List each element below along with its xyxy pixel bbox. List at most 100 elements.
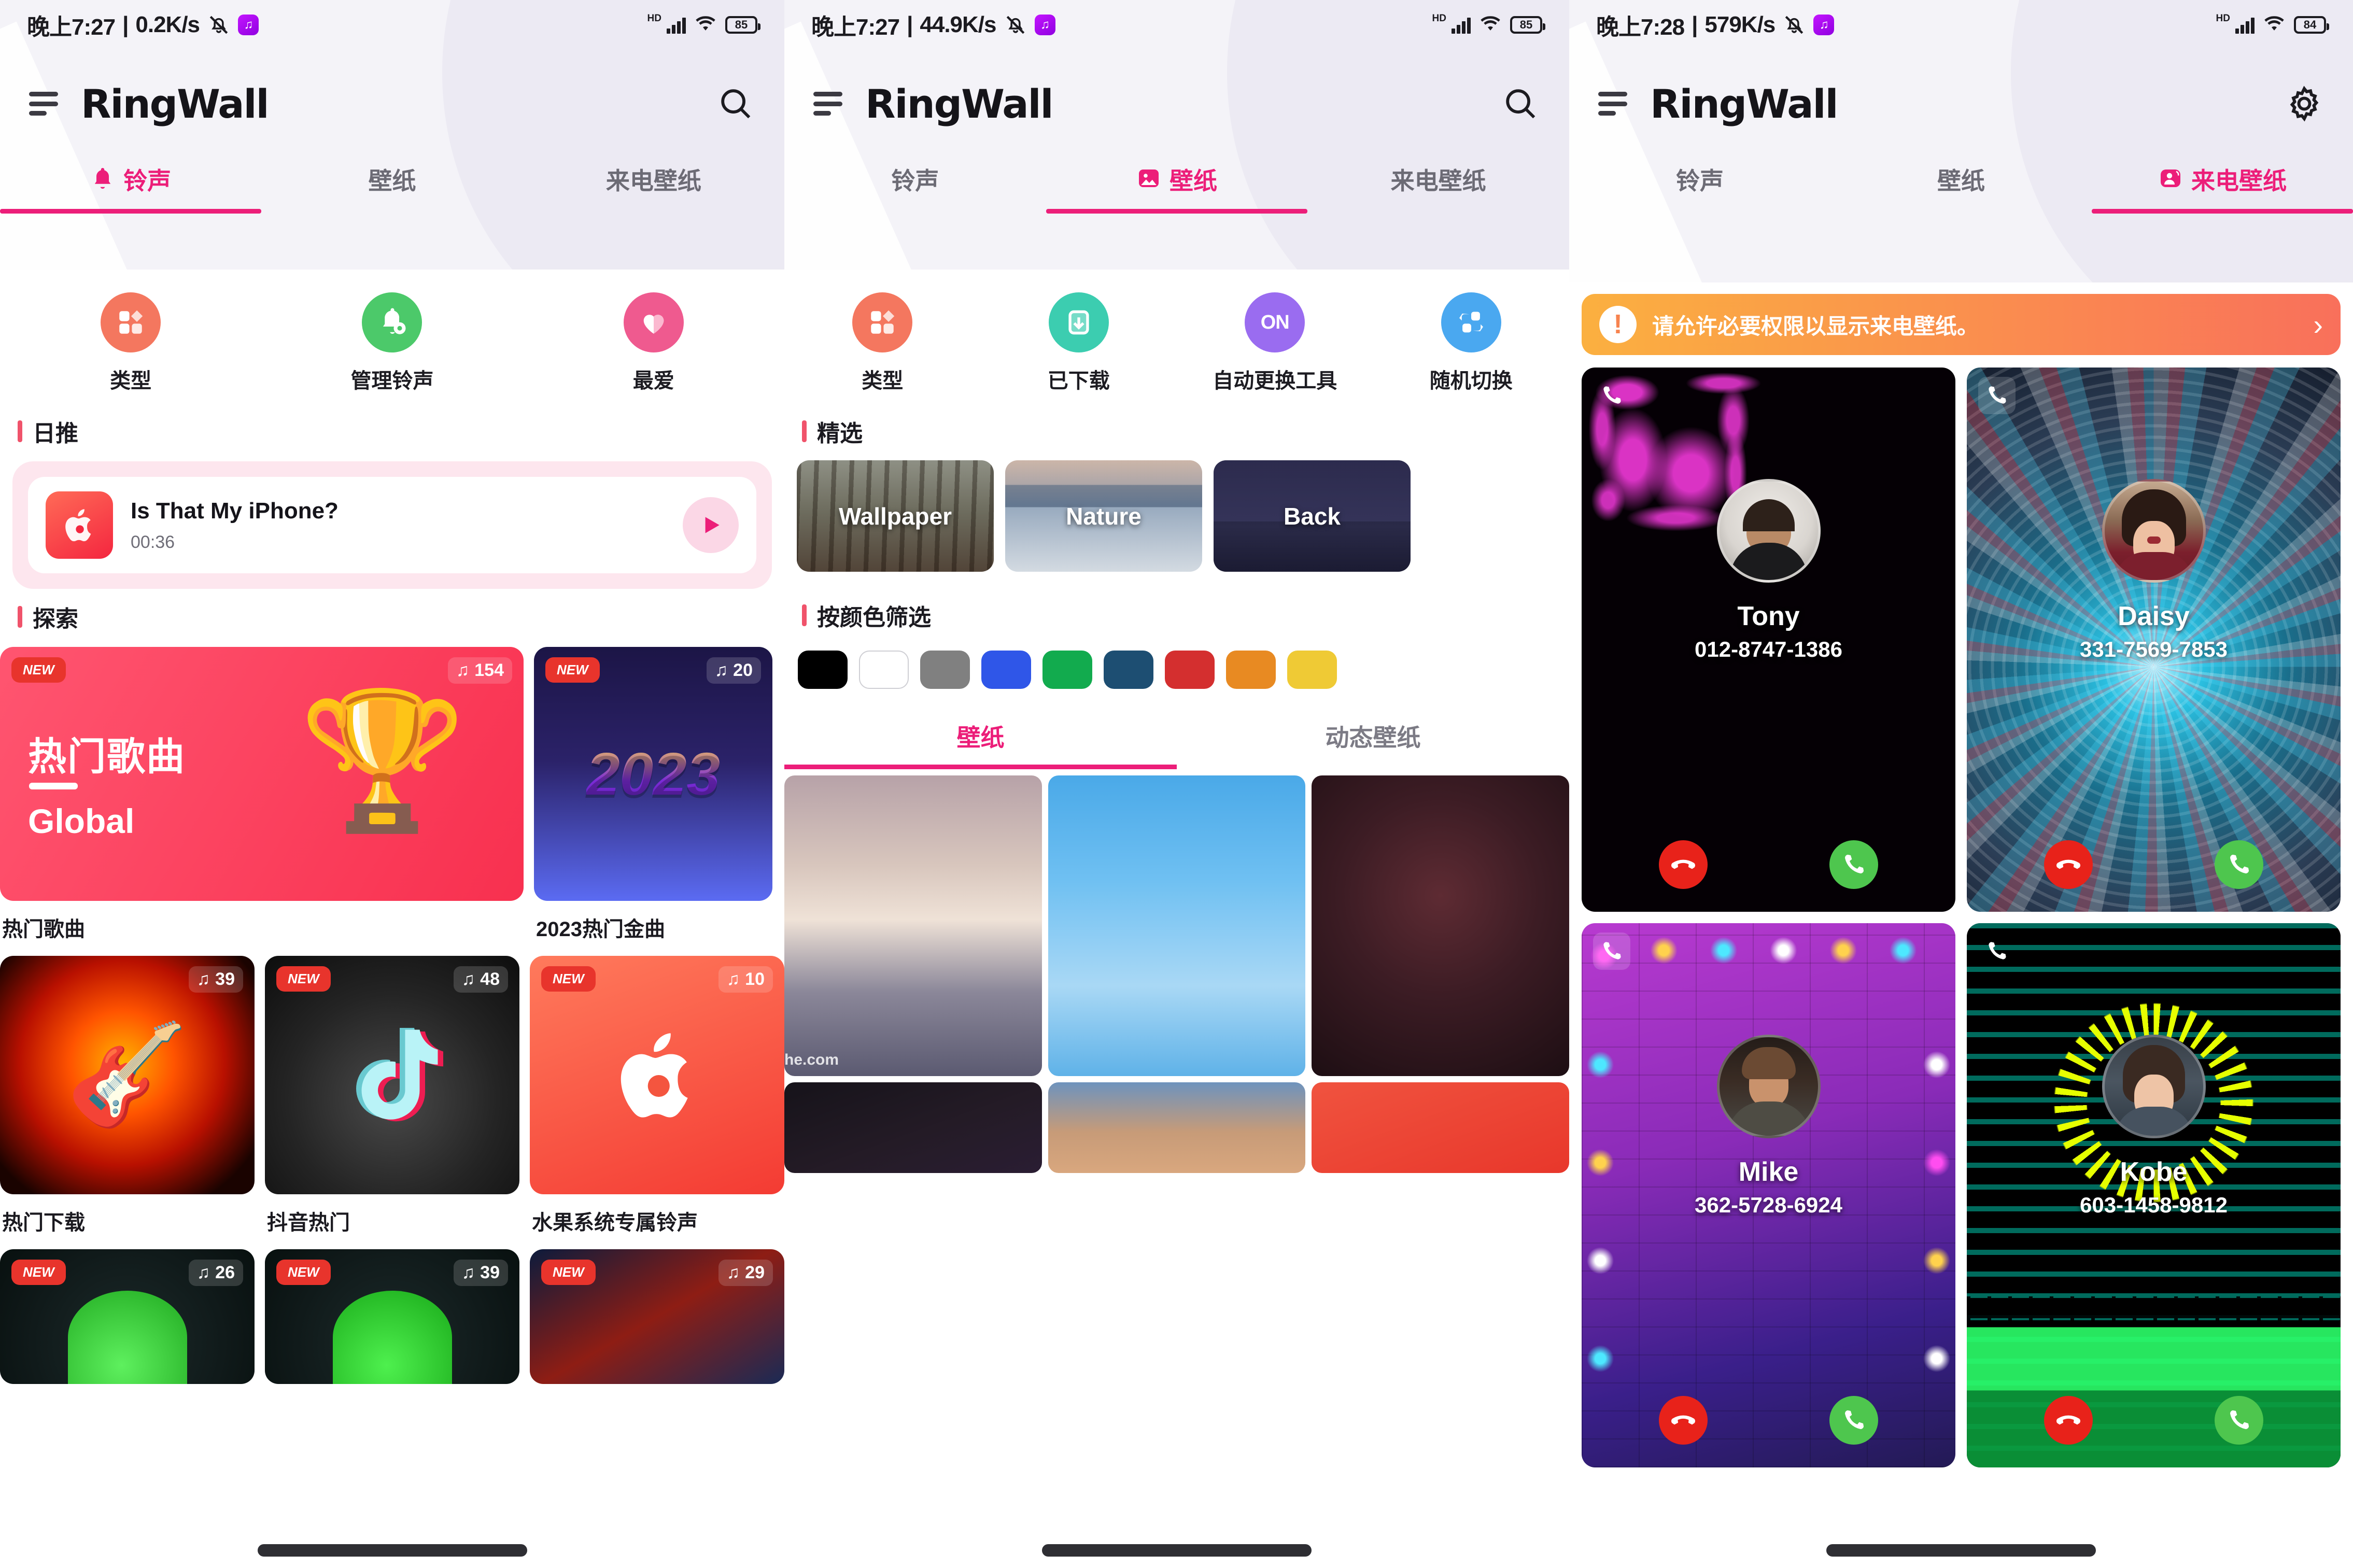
tab-ringtones[interactable]: 铃声	[0, 162, 262, 214]
color-swatch-black[interactable]	[798, 651, 848, 689]
color-swatch-white[interactable]	[859, 651, 909, 689]
phone-icon	[1978, 933, 2016, 970]
main-tabs: 铃声 壁纸 来电壁纸	[1569, 158, 2353, 214]
signal-icon	[1452, 16, 1471, 34]
caller-card-mike[interactable]: Mike 362-5728-6924	[1582, 923, 1955, 1467]
tab-ringtones[interactable]: 铃声	[1569, 162, 1830, 214]
caller-card-daisy[interactable]: Daisy 331-7569-7853	[1967, 368, 2341, 912]
tab-label: 来电壁纸	[605, 167, 701, 194]
explore-cell: NEW ♫ 39	[265, 1249, 519, 1384]
card-green-phone-2[interactable]: NEW ♫ 39	[265, 1249, 519, 1384]
wifi-icon	[2263, 15, 2286, 35]
page-title: RingWall	[865, 80, 1054, 127]
tab-wallpaper[interactable]: 壁纸	[1830, 162, 2092, 214]
battery-indicator: 85	[725, 16, 760, 34]
accept-call-icon[interactable]	[1829, 840, 1878, 889]
subtab-static-wallpaper[interactable]: 壁纸	[784, 719, 1177, 769]
search-icon[interactable]	[1501, 84, 1540, 123]
tab-wallpaper[interactable]: 壁纸	[261, 162, 523, 214]
tab-caller-wallpaper[interactable]: 来电壁纸	[2092, 162, 2353, 214]
tab-caller-wallpaper[interactable]: 来电壁纸	[1307, 162, 1569, 214]
section-title-explore: 探索	[0, 589, 784, 633]
card-green-phone-1[interactable]: NEW ♫ 26	[0, 1249, 255, 1384]
card-concert[interactable]: NEW ♫ 29	[530, 1249, 784, 1384]
color-swatch-yellow[interactable]	[1287, 651, 1337, 689]
card-apple-ringtones[interactable]: NEW ♫ 10	[530, 956, 784, 1194]
caller-name: Kobe	[2120, 1157, 2188, 1187]
card-tiktok-hot[interactable]: NEW ♫ 48	[265, 956, 519, 1194]
decline-call-icon[interactable]	[2044, 1396, 2093, 1445]
mute-bell-icon	[1004, 14, 1027, 36]
system-nav-bar[interactable]	[1569, 1544, 2353, 1557]
avatar	[1716, 479, 1821, 583]
quick-action-label: 随机切换	[1429, 370, 1513, 392]
status-separator: |	[1692, 11, 1698, 37]
status-netspeed: 579K/s	[1704, 11, 1776, 37]
wallpaper-thumb-red-leaves[interactable]	[1312, 775, 1569, 1076]
quick-actions-ringtones: 类型 管理铃声 最爱	[0, 270, 784, 403]
hamburger-menu-icon[interactable]	[1598, 92, 1627, 116]
caller-number: 603-1458-9812	[2080, 1193, 2228, 1217]
featured-card-nature[interactable]: Nature	[1005, 460, 1202, 572]
color-swatch-navy[interactable]	[1104, 651, 1153, 689]
system-nav-bar[interactable]	[784, 1544, 1569, 1557]
search-icon[interactable]	[716, 84, 755, 123]
caller-card-tony[interactable]: Tony 012-8747-1386	[1582, 368, 1955, 912]
quick-action-random[interactable]: 随机切换	[1373, 292, 1570, 394]
quick-action-manage-ringtones[interactable]: 管理铃声	[261, 292, 523, 394]
wallpaper-thumb-sunset-sky[interactable]	[1048, 1082, 1306, 1173]
explore-cell: NEW ♫ 154 热门歌曲 Global 🏆 热门歌曲	[0, 647, 524, 942]
featured-card-wallpaper[interactable]: Wallpaper	[797, 460, 994, 572]
card-2023-hits[interactable]: NEW ♫ 20 2023	[534, 647, 772, 901]
wallpaper-thumb-red-gradient[interactable]	[1312, 1082, 1569, 1173]
tab-ringtones[interactable]: 铃声	[784, 162, 1046, 214]
daily-recommend-card[interactable]: Is That My iPhone? 00:36	[28, 477, 756, 573]
play-icon[interactable]	[683, 497, 739, 553]
quick-action-types[interactable]: 类型	[0, 292, 261, 394]
alert-exclamation-icon: !	[1599, 306, 1637, 343]
permission-banner[interactable]: ! 请允许必要权限以显示来电壁纸。 ›	[1582, 294, 2341, 355]
decline-call-icon[interactable]	[1659, 840, 1708, 889]
subtab-label: 动态壁纸	[1325, 724, 1421, 751]
tab-caller-wallpaper[interactable]: 来电壁纸	[523, 162, 784, 214]
decline-call-icon[interactable]	[2044, 840, 2093, 889]
panel-ringtones: 晚上7:27 | 0.2K/s ♫ HD 85 RingWall 铃声 壁纸 来…	[0, 0, 784, 1568]
accept-call-icon[interactable]	[2214, 840, 2263, 889]
tab-wallpaper[interactable]: 壁纸	[1046, 162, 1308, 214]
accept-call-icon[interactable]	[2214, 1396, 2263, 1445]
color-swatch-blue[interactable]	[981, 651, 1031, 689]
subtab-live-wallpaper[interactable]: 动态壁纸	[1177, 719, 1569, 769]
tiktok-note-icon	[265, 956, 519, 1194]
wallpaper-thumb-city-night[interactable]	[784, 1082, 1042, 1173]
quick-action-favorites[interactable]: 最爱	[523, 292, 784, 394]
color-swatch-orange[interactable]	[1226, 651, 1276, 689]
card-hot-downloads[interactable]: ♫ 39 🎸	[0, 956, 255, 1194]
decline-call-icon[interactable]	[1659, 1396, 1708, 1445]
explore-row-1: NEW ♫ 154 热门歌曲 Global 🏆 热门歌曲 NEW ♫ 20 2023…	[0, 633, 784, 942]
caller-card-kobe[interactable]: Kobe 603-1458-9812	[1967, 923, 2341, 1467]
wallpaper-thumb-blossom[interactable]	[1048, 775, 1306, 1076]
quick-action-downloaded[interactable]: 已下载	[981, 292, 1177, 394]
card-hot-songs[interactable]: NEW ♫ 154 热门歌曲 Global 🏆	[0, 647, 524, 901]
color-swatch-red[interactable]	[1165, 651, 1215, 689]
explore-cell: NEW ♫ 20 2023 2023热门金曲	[534, 647, 784, 942]
color-swatch-green[interactable]	[1042, 651, 1092, 689]
color-swatch-gray[interactable]	[920, 651, 970, 689]
featured-card-background[interactable]: Back	[1214, 460, 1411, 572]
section-title-daily: 日推	[0, 403, 784, 448]
accept-call-icon[interactable]	[1829, 1396, 1878, 1445]
gear-icon[interactable]	[2285, 84, 2324, 123]
system-nav-bar[interactable]	[0, 1544, 784, 1557]
caller-wallpaper-grid: Tony 012-8747-1386 Daisy 331-7569-7853 M…	[1569, 355, 2353, 1467]
card-caption: 热门下载	[2, 1211, 85, 1234]
phone-icon	[1978, 377, 2016, 414]
hamburger-menu-icon[interactable]	[29, 92, 58, 116]
section-marker	[802, 420, 807, 442]
wallpaper-thumb-clouds[interactable]: he.com	[784, 775, 1042, 1076]
quick-action-types[interactable]: 类型	[784, 292, 981, 394]
tab-underline	[1307, 209, 1569, 214]
daily-track-title: Is That My iPhone?	[131, 498, 339, 524]
explore-row-2: ♫ 39 🎸 热门下载 NEW ♫ 48 抖音热门 NEW ♫ 10 水果系统专…	[0, 942, 784, 1236]
quick-action-auto-change[interactable]: ON 自动更换工具	[1177, 292, 1373, 394]
hamburger-menu-icon[interactable]	[813, 92, 842, 116]
